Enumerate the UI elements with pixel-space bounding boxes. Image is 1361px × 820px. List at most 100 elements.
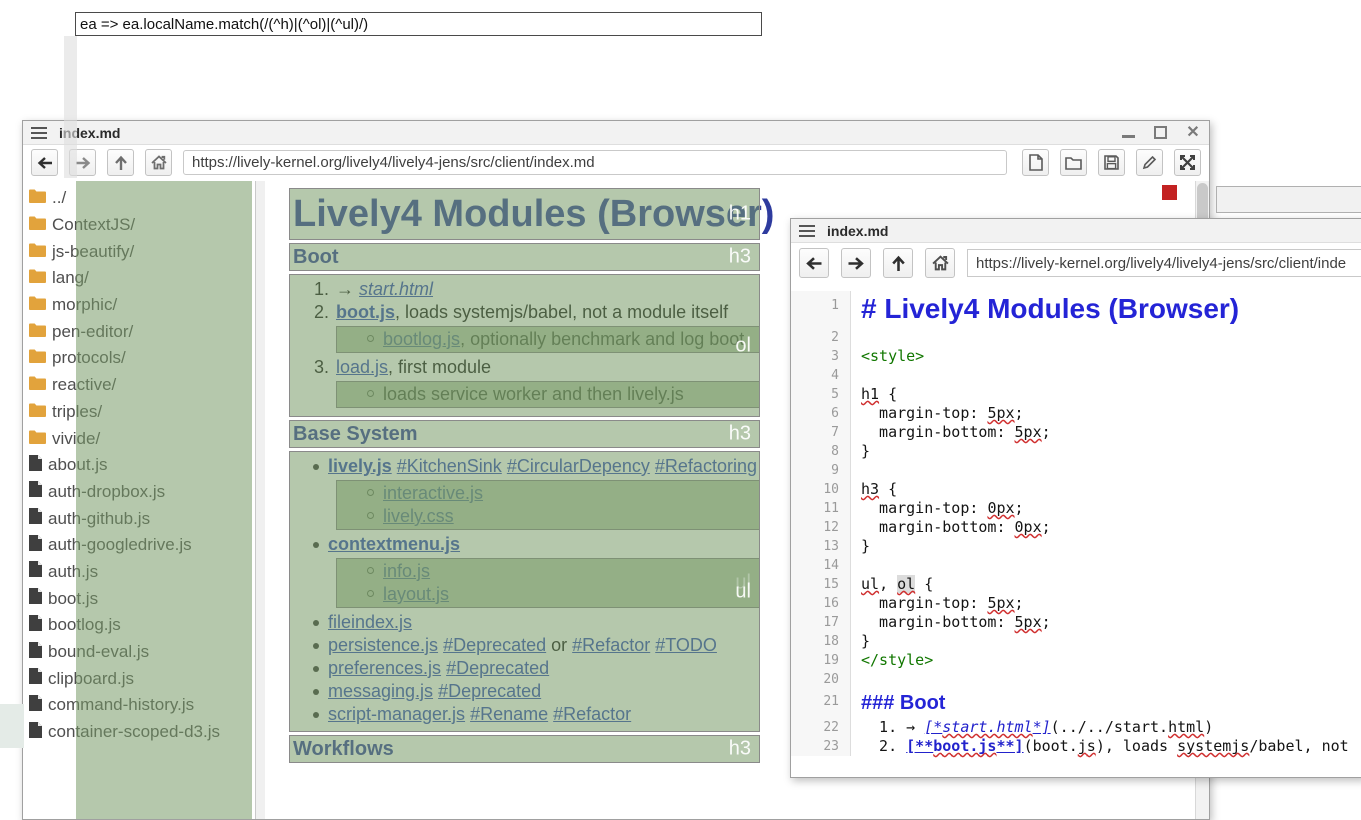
code-line-9[interactable]: 9 bbox=[791, 461, 1361, 480]
link-start-html[interactable]: start.html bbox=[359, 279, 433, 299]
home-button[interactable] bbox=[925, 248, 955, 278]
code-line-11[interactable]: 11 margin-top: 0px; bbox=[791, 499, 1361, 518]
link-lively-js[interactable]: lively.js bbox=[328, 456, 392, 476]
url-input-window1[interactable] bbox=[183, 150, 1007, 175]
code-line-22[interactable]: 22 1. → [*start.html*](../../start.html) bbox=[791, 718, 1361, 737]
editor-window-source: index.md 1# Lively4 Modules (Browser)2 3… bbox=[790, 218, 1361, 778]
code-line-6[interactable]: 6 margin-top: 5px; bbox=[791, 404, 1361, 423]
link-tag-refactor[interactable]: #Refactor bbox=[553, 704, 631, 724]
link-boot-js[interactable]: boot.js bbox=[336, 302, 395, 322]
window1-titlebar[interactable]: index.md ✕ bbox=[23, 121, 1209, 145]
file-list-item-bootlog-js[interactable]: bootlog.js bbox=[29, 612, 255, 639]
link-load-js[interactable]: load.js bbox=[336, 357, 388, 377]
code-line-10[interactable]: 10h3 { bbox=[791, 480, 1361, 499]
link-script-manager-js[interactable]: script-manager.js bbox=[328, 704, 465, 724]
code-line-20[interactable]: 20 bbox=[791, 670, 1361, 689]
file-list-item-morphic[interactable]: morphic/ bbox=[29, 292, 255, 319]
close-button[interactable]: ✕ bbox=[1185, 126, 1201, 140]
new-file-button[interactable] bbox=[1022, 149, 1049, 176]
link-tag-deprecated[interactable]: #Deprecated bbox=[443, 635, 546, 655]
file-list-item-container-scoped-d3-js[interactable]: container-scoped-d3.js bbox=[29, 719, 255, 746]
code-line-17[interactable]: 17 margin-bottom: 5px; bbox=[791, 613, 1361, 632]
file-list-item-pen-editor[interactable]: pen-editor/ bbox=[29, 318, 255, 345]
menu-icon[interactable] bbox=[799, 225, 815, 237]
code-line-16[interactable]: 16 margin-top: 5px; bbox=[791, 594, 1361, 613]
link-layout-js[interactable]: layout.js bbox=[383, 583, 449, 606]
file-list-item-js-beautify[interactable]: js-beautify/ bbox=[29, 238, 255, 265]
code-line-7[interactable]: 7 margin-bottom: 5px; bbox=[791, 423, 1361, 442]
link-tag-refactor[interactable]: #Refactor bbox=[572, 635, 650, 655]
file-icon bbox=[29, 588, 48, 609]
link-tag-circulardepency[interactable]: #CircularDepency bbox=[507, 456, 650, 476]
file-list-item-clipboard-js[interactable]: clipboard.js bbox=[29, 665, 255, 692]
code-line-13[interactable]: 13} bbox=[791, 537, 1361, 556]
code-editor[interactable]: 1# Lively4 Modules (Browser)2 3<style>4 … bbox=[791, 283, 1361, 777]
link-tag-refactoring[interactable]: #Refactoring bbox=[655, 456, 757, 476]
code-line-1[interactable]: 1# Lively4 Modules (Browser) bbox=[791, 291, 1361, 328]
menu-icon[interactable] bbox=[31, 127, 47, 139]
link-interactive-js[interactable]: interactive.js bbox=[383, 482, 483, 505]
file-list-item-auth-github-js[interactable]: auth-github.js bbox=[29, 505, 255, 532]
file-icon bbox=[29, 561, 48, 582]
file-list-item-ContextJS[interactable]: ContextJS/ bbox=[29, 212, 255, 239]
code-line-4[interactable]: 4 bbox=[791, 366, 1361, 385]
file-list-item-lang[interactable]: lang/ bbox=[29, 265, 255, 292]
element-filter-expression-input[interactable] bbox=[75, 12, 762, 36]
link-fileindex-js[interactable]: fileindex.js bbox=[328, 611, 412, 634]
url-input-window2[interactable] bbox=[967, 249, 1361, 277]
back-button[interactable] bbox=[799, 248, 829, 278]
code-line-2[interactable]: 2 bbox=[791, 328, 1361, 347]
code-line-8[interactable]: 8} bbox=[791, 442, 1361, 461]
code-line-21[interactable]: 21### Boot bbox=[791, 689, 1361, 718]
link-tag-todo[interactable]: #TODO bbox=[655, 635, 717, 655]
link-tag-deprecated[interactable]: #Deprecated bbox=[438, 681, 541, 701]
link-persistence-js[interactable]: persistence.js bbox=[328, 635, 438, 655]
forward-button[interactable] bbox=[841, 248, 871, 278]
file-list-item-about-js[interactable]: about.js bbox=[29, 452, 255, 479]
file-list-item-auth-dropbox-js[interactable]: auth-dropbox.js bbox=[29, 479, 255, 506]
file-list-item-bound-eval-js[interactable]: bound-eval.js bbox=[29, 639, 255, 666]
code-line-12[interactable]: 12 margin-bottom: 0px; bbox=[791, 518, 1361, 537]
up-button[interactable] bbox=[107, 149, 134, 176]
code-line-18[interactable]: 18} bbox=[791, 632, 1361, 651]
link-bootlog-js[interactable]: bootlog.js bbox=[383, 329, 460, 349]
window2-toolbar bbox=[791, 243, 1361, 283]
file-list-item-triples[interactable]: triples/ bbox=[29, 399, 255, 426]
file-list-item-vivide[interactable]: vivide/ bbox=[29, 425, 255, 452]
open-folder-button[interactable] bbox=[1060, 149, 1087, 176]
maximize-button[interactable] bbox=[1153, 126, 1169, 140]
code-line-23[interactable]: 23 2. [**boot.js**](boot.js), loads syst… bbox=[791, 737, 1361, 756]
file-list-item-auth-js[interactable]: auth.js bbox=[29, 559, 255, 586]
code-line-5[interactable]: 5h1 { bbox=[791, 385, 1361, 404]
link-preferences-js[interactable]: preferences.js bbox=[328, 658, 441, 678]
forward-button[interactable] bbox=[69, 149, 96, 176]
up-button[interactable] bbox=[883, 248, 913, 278]
link-contextmenu-js[interactable]: contextmenu.js bbox=[328, 533, 460, 556]
link-tag-kitchensink[interactable]: #KitchenSink bbox=[397, 456, 502, 476]
code-line-15[interactable]: 15ul, ol { bbox=[791, 575, 1361, 594]
minimize-button[interactable] bbox=[1121, 126, 1137, 140]
code-line-3[interactable]: 3<style> bbox=[791, 347, 1361, 366]
file-list-item-reactive[interactable]: reactive/ bbox=[29, 372, 255, 399]
file-icon bbox=[29, 668, 48, 689]
file-list-item-protocols[interactable]: protocols/ bbox=[29, 345, 255, 372]
window2-titlebar[interactable]: index.md bbox=[791, 219, 1361, 243]
file-list-item-command-history-js[interactable]: command-history.js bbox=[29, 692, 255, 719]
file-list-item-[interactable]: ../ bbox=[29, 185, 255, 212]
link-tag-deprecated[interactable]: #Deprecated bbox=[446, 658, 549, 678]
save-button[interactable] bbox=[1098, 149, 1125, 176]
code-line-19[interactable]: 19</style> bbox=[791, 651, 1361, 670]
home-button[interactable] bbox=[145, 149, 172, 176]
link-tag-rename[interactable]: #Rename bbox=[470, 704, 548, 724]
folder-icon bbox=[29, 242, 52, 262]
link-messaging-js[interactable]: messaging.js bbox=[328, 681, 433, 701]
expand-button[interactable] bbox=[1174, 149, 1201, 176]
link-info-js[interactable]: info.js bbox=[383, 560, 430, 583]
sidebar-scrollbar[interactable] bbox=[255, 181, 265, 819]
code-line-14[interactable]: 14 bbox=[791, 556, 1361, 575]
edit-button[interactable] bbox=[1136, 149, 1163, 176]
back-button[interactable] bbox=[31, 149, 58, 176]
link-lively-css[interactable]: lively.css bbox=[383, 505, 454, 528]
file-list-item-auth-googledrive-js[interactable]: auth-googledrive.js bbox=[29, 532, 255, 559]
file-list-item-boot-js[interactable]: boot.js bbox=[29, 585, 255, 612]
